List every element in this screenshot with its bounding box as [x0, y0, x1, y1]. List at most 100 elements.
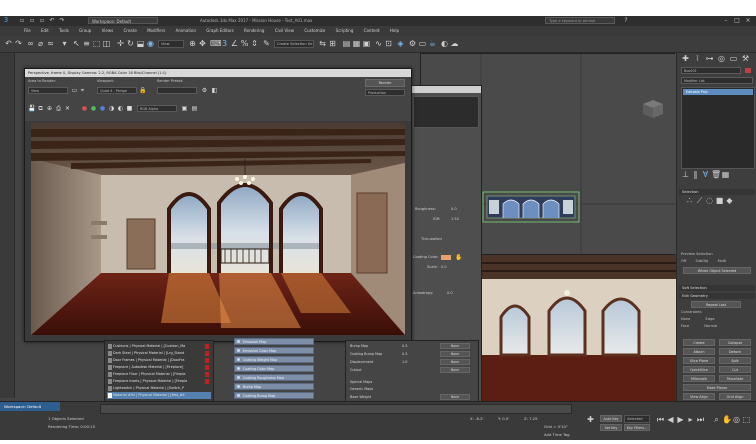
utilities-tab-icon[interactable]: ⚒ — [741, 55, 750, 63]
select-object-icon[interactable]: ↖ — [72, 40, 81, 48]
menu-file[interactable]: File — [24, 26, 31, 36]
map-amount[interactable]: 0.3 — [402, 343, 407, 350]
toggle-ui-icon[interactable]: ▤ — [191, 105, 198, 112]
snaps-toggle-icon[interactable]: 3 — [220, 40, 229, 48]
z-coordinate[interactable]: Z: 7.25 — [524, 416, 538, 421]
render-production-icon[interactable]: ☕ — [428, 40, 437, 48]
map-button[interactable]: None — [440, 394, 470, 400]
display-channel-select[interactable]: RGB Alpha — [137, 105, 177, 112]
place-icon[interactable]: ◉ — [146, 40, 155, 48]
edit-region-icon[interactable]: ▭ — [71, 87, 78, 94]
element-mode-icon[interactable]: ◆ — [725, 197, 734, 205]
coating-color-swatch[interactable] — [441, 255, 451, 260]
node-slot[interactable]: Coating Roughness Map — [234, 374, 314, 381]
menu-group[interactable]: Group — [79, 26, 91, 36]
keyboard-shortcut-icon[interactable]: ⌨ — [210, 40, 222, 48]
display-tab-icon[interactable]: ▭ — [729, 55, 738, 63]
render-setup-icon[interactable]: ⚙ — [408, 40, 417, 48]
unlink-icon[interactable]: ⌀ — [36, 40, 45, 48]
border-mode-icon[interactable]: ◌ — [705, 197, 714, 205]
blue-channel-icon[interactable]: ● — [99, 105, 106, 112]
list-item[interactable]: Fireplace Floor | Physical Material | [F… — [107, 371, 211, 378]
play-icon[interactable]: ▶ — [676, 416, 685, 424]
go-to-start-icon[interactable]: ⏮ — [656, 416, 665, 424]
map-button[interactable]: None — [440, 367, 470, 373]
soft-selection-rollout[interactable]: Soft Selection — [679, 285, 755, 291]
monochrome-icon[interactable]: ◐ — [117, 105, 124, 112]
x-coordinate[interactable]: X: -6.2' — [470, 416, 484, 421]
object-color-swatch[interactable] — [745, 68, 751, 73]
edit-geometry-rollout[interactable]: Edit Geometry — [679, 293, 755, 299]
workspace-selector[interactable]: Workspace: Default — [88, 17, 158, 24]
spinner-snap-icon[interactable]: ⇕ — [250, 40, 259, 48]
scale-icon[interactable]: ⬓ — [136, 40, 145, 48]
list-item[interactable]: Dark Steel | Physical Material | [Lrg_St… — [107, 350, 211, 357]
percent-snap-icon[interactable]: % — [240, 40, 249, 48]
menu-rendering[interactable]: Rendering — [244, 26, 264, 36]
modify-tab-icon[interactable]: ⌇ — [693, 55, 702, 63]
next-frame-icon[interactable]: ▸ — [686, 416, 695, 424]
new-scene-icon[interactable]: ▫ — [18, 17, 26, 24]
link-icon[interactable]: ∞ — [26, 40, 35, 48]
hierarchy-tab-icon[interactable]: ⊶ — [705, 55, 714, 63]
grid-align-button[interactable]: Grid Align — [719, 393, 751, 400]
preview-off-radio[interactable]: Off — [681, 259, 686, 263]
remove-modifier-icon[interactable]: 🗑 — [711, 171, 721, 179]
list-item[interactable]: Door Frames | Physical Material | [DoorF… — [107, 357, 211, 364]
close-icon[interactable]: × — [744, 17, 752, 24]
map-button[interactable]: None — [440, 351, 470, 357]
slice-plane-button[interactable]: Slice Plane — [683, 357, 715, 364]
area-to-render-select[interactable]: View — [28, 87, 68, 94]
menu-civil-view[interactable]: Civil View — [275, 26, 294, 36]
swatch-white-icon[interactable]: ■ — [126, 105, 133, 112]
quickslice-button[interactable]: QuickSlice — [683, 366, 715, 373]
bind-spacewarp-icon[interactable]: ≈ — [46, 40, 55, 48]
redo-icon[interactable]: ↷ — [58, 17, 66, 24]
open-file-icon[interactable]: ▫ — [28, 17, 36, 24]
clear-icon[interactable]: ✕ — [64, 105, 71, 112]
special-maps-heading[interactable]: Special Maps — [350, 379, 474, 386]
param-value[interactable]: 1.52 — [451, 216, 459, 223]
auto-key-button[interactable]: Auto Key — [600, 415, 622, 422]
rotate-icon[interactable]: ↻ — [126, 40, 135, 48]
constraint-edge-radio[interactable]: Edge — [706, 317, 715, 321]
menu-content[interactable]: Content — [364, 26, 380, 36]
constraint-none-radio[interactable]: None — [681, 317, 690, 321]
selection-rollout[interactable]: Selection — [679, 189, 755, 195]
copy-image-icon[interactable]: ⧉ — [37, 105, 44, 112]
menu-create[interactable]: Create — [123, 26, 136, 36]
param-thin-walled[interactable]: Thin-walled — [411, 236, 481, 243]
viewport-select[interactable]: Quad 4 - Perspe — [97, 87, 137, 94]
workspace-status[interactable]: Workspace: Default — [0, 402, 60, 411]
cut-button[interactable]: Cut — [719, 366, 751, 373]
param-value[interactable]: 0.0 — [451, 206, 457, 213]
previous-frame-icon[interactable]: ◀ — [666, 416, 675, 424]
detach-button[interactable]: Detach — [719, 348, 751, 355]
select-manipulate-icon[interactable]: ✥ — [198, 40, 207, 48]
minimize-icon[interactable]: – — [722, 17, 730, 24]
alpha-channel-icon[interactable]: ◑ — [108, 105, 115, 112]
undo-icon[interactable]: ↶ — [4, 40, 13, 48]
maximize-icon[interactable]: □ — [733, 17, 741, 24]
save-image-icon[interactable]: 💾 — [28, 105, 35, 112]
polygon-mode-icon[interactable]: ■ — [715, 197, 724, 205]
max-logo-icon[interactable]: 3 — [2, 17, 10, 24]
toggle-layer-explorer-icon[interactable]: ▦ — [352, 40, 361, 48]
selected-set-select[interactable]: Selected — [624, 415, 650, 423]
add-time-tag[interactable]: Add Time Tag — [544, 432, 569, 437]
preview-subobj-radio[interactable]: SubObj — [695, 259, 708, 263]
angle-snap-icon[interactable]: ∠ — [230, 40, 239, 48]
production-select[interactable]: Production — [365, 89, 405, 96]
create-tab-icon[interactable]: ✚ — [681, 55, 690, 63]
node-slot[interactable]: Emission Map — [234, 338, 314, 345]
selection-filter-icon[interactable]: ▾ — [60, 40, 69, 48]
render-in-cloud-icon[interactable]: ☁ — [450, 40, 459, 48]
attach-button[interactable]: Attach — [683, 348, 715, 355]
viewport-perspective[interactable] — [478, 254, 676, 405]
preview-multi-radio[interactable]: Multi — [718, 259, 727, 263]
menu-tools[interactable]: Tools — [59, 26, 69, 36]
zoom-icon[interactable]: ⌕ — [712, 416, 721, 424]
node-slot[interactable]: Emission Color Map — [234, 347, 314, 354]
list-item[interactable]: Lightswitch | Physical Material | [Switc… — [107, 385, 211, 392]
search-input[interactable]: Type a keyword or phrase — [545, 17, 615, 24]
